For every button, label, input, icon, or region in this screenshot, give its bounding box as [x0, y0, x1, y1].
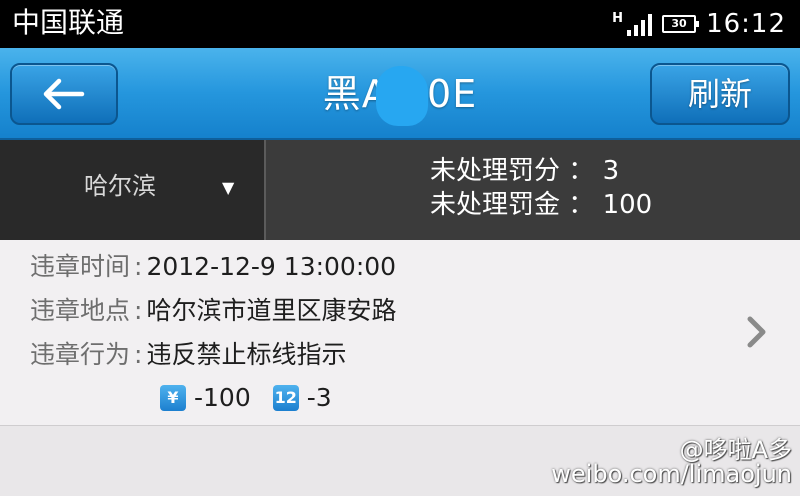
clock: 16:12	[706, 9, 786, 39]
violation-time-row: 违章时间:2012-12-9 13:00:00	[30, 252, 397, 281]
violation-place-row: 违章地点: 哈尔滨市道里区康安路	[30, 296, 397, 325]
penalty-row: ¥ -100 12 -3	[160, 383, 354, 412]
violation-place-value: 哈尔滨市道里区康安路	[146, 296, 397, 325]
title-bar: 黑A 00E 刷新	[0, 48, 800, 140]
signal-icon: H	[612, 11, 653, 36]
unpaid-fine-label: 未处理罚金	[430, 190, 561, 220]
points-amount: -3	[306, 383, 332, 412]
watermark-url: weibo.com/limaojun	[551, 460, 792, 488]
battery-level: 30	[671, 17, 687, 30]
chevron-right-icon	[747, 316, 766, 348]
city-dropdown[interactable]: 哈尔滨 ▼	[0, 140, 266, 240]
unpaid-points-label: 未处理罚分	[430, 156, 561, 186]
summary-bar: 哈尔滨 ▼ 未处理罚分 ： 3 未处理罚金 ： 100	[0, 140, 800, 240]
arrow-left-icon	[43, 78, 85, 110]
status-bar: 中国联通 H 30 16:12	[0, 0, 800, 48]
fine-amount: -100	[194, 383, 251, 412]
city-label: 哈尔滨	[84, 172, 156, 200]
carrier-name: 中国联通	[12, 6, 125, 39]
violation-act-row: 违章行为: 违反禁止标线指示	[30, 340, 347, 369]
violation-time-value: 2012-12-9 13:00:00	[146, 252, 397, 281]
unpaid-fine-row: 未处理罚金 ： 100	[430, 190, 653, 220]
violation-list-item[interactable]: 违章时间:2012-12-9 13:00:00 违章地点: 哈尔滨市道里区康安路 …	[0, 240, 800, 426]
status-indicators: H 30 16:12	[612, 8, 786, 40]
violation-place-label: 违章地点	[30, 296, 131, 325]
unpaid-fine-value: 100	[602, 190, 653, 220]
points-icon: 12	[272, 384, 299, 411]
redaction-mark	[376, 66, 428, 126]
unpaid-points-row: 未处理罚分 ： 3	[430, 156, 620, 186]
refresh-button[interactable]: 刷新	[650, 63, 790, 125]
violation-act-label: 违章行为	[30, 340, 131, 369]
yen-icon: ¥	[160, 384, 186, 411]
unpaid-points-value: 3	[602, 156, 620, 186]
violation-act-value: 违反禁止标线指示	[146, 340, 347, 369]
network-type: H	[612, 11, 624, 26]
triangle-down-icon: ▼	[222, 178, 235, 197]
summary-stats: 未处理罚分 ： 3 未处理罚金 ： 100	[430, 154, 652, 222]
battery-icon: 30	[662, 15, 700, 33]
back-button[interactable]	[10, 63, 118, 125]
violation-time-label: 违章时间	[30, 252, 131, 281]
